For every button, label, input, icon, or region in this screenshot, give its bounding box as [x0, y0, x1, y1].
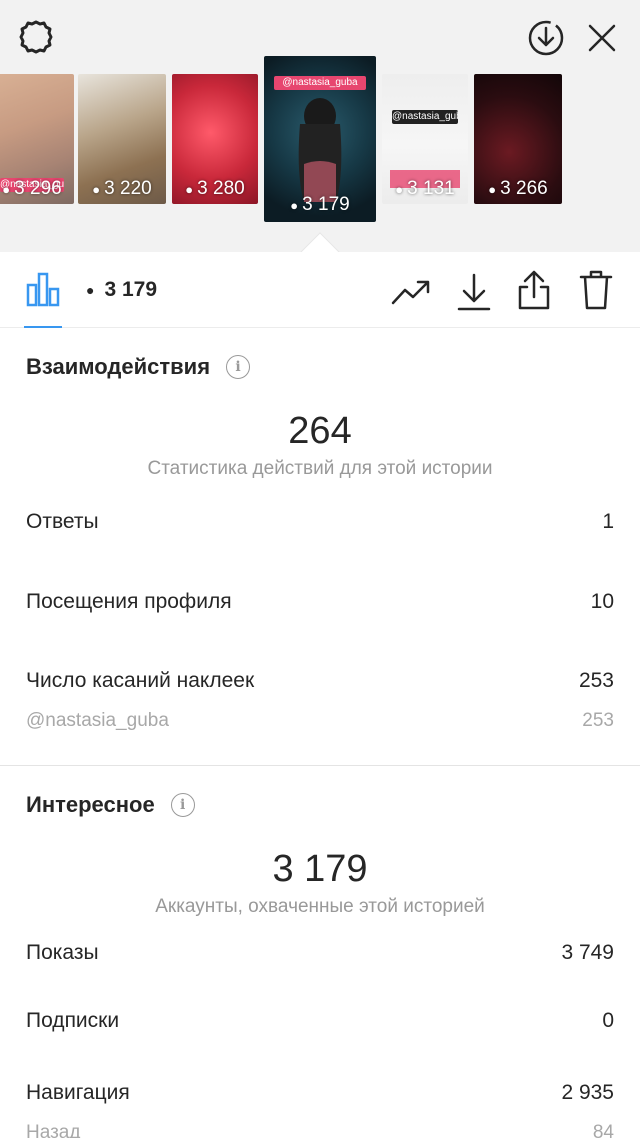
- metric-row: Число касаний наклеек 253: [26, 669, 614, 693]
- metric-label: Показы: [26, 941, 99, 964]
- viewers-count[interactable]: ● 3 179: [86, 278, 157, 302]
- story-view-count: ● 3 220: [78, 178, 166, 200]
- delete-trash-icon[interactable]: [574, 266, 618, 314]
- viewers-count-text: 3 179: [104, 278, 158, 301]
- metric-subrow: @nastasia_guba 253: [26, 710, 614, 732]
- active-tab-indicator: [24, 326, 62, 328]
- eye-icon: ●: [185, 181, 194, 197]
- metric-row: Навигация 2 935: [26, 1081, 614, 1105]
- story-thumbnail[interactable]: ● 3 220: [78, 74, 166, 204]
- metric-label: Навигация: [26, 1081, 130, 1104]
- metric-value: 253: [582, 710, 614, 731]
- story-views-text: 3 266: [500, 178, 548, 199]
- story-view-count: ● 3 280: [172, 178, 258, 200]
- mention-sticker: @nastasia_guba: [392, 110, 458, 124]
- metric-row: Подписки 0: [26, 1009, 614, 1033]
- eye-icon: ●: [86, 282, 95, 298]
- story-views-text: 3 220: [104, 178, 152, 199]
- eye-icon: ●: [2, 181, 11, 197]
- story-thumbnail[interactable]: @nastasia_guba ●3 131: [382, 74, 468, 204]
- metric-value: 1: [602, 510, 614, 533]
- mention-sticker: @nastasia_guba: [274, 76, 366, 90]
- section-divider: [0, 765, 640, 766]
- metric-value: 10: [590, 590, 614, 613]
- story-view-count: ● 3 266: [474, 178, 562, 200]
- interactions-total: 264: [288, 410, 352, 452]
- story-thumbnail[interactable]: ● 3 280: [172, 74, 258, 204]
- share-icon[interactable]: [512, 266, 556, 314]
- story-figure: [298, 98, 342, 202]
- info-icon[interactable]: i: [226, 355, 251, 379]
- metric-subrow: Назад 84: [26, 1122, 614, 1138]
- metric-label: Назад: [26, 1122, 81, 1138]
- promote-trend-icon[interactable]: [388, 272, 434, 312]
- metric-row: Ответы 1: [26, 510, 614, 534]
- story-views-text: 3 131: [407, 178, 455, 199]
- metric-value: 3 749: [561, 941, 614, 964]
- metric-label: @nastasia_guba: [26, 710, 169, 731]
- settings-gear-icon[interactable]: [14, 16, 58, 60]
- metric-value: 84: [592, 1122, 614, 1138]
- eye-icon: ●: [290, 197, 299, 213]
- story-view-count: ● 3 296: [0, 178, 74, 200]
- story-carousel-area: @nastasia_guba ●3 296 ●3 220 ●3 280 @nas…: [0, 0, 640, 252]
- download-icon[interactable]: [452, 270, 496, 314]
- story-thumbnail[interactable]: ● 3 266: [474, 74, 562, 204]
- metric-label: Число касаний наклеек: [26, 669, 255, 692]
- metric-label: Посещения профиля: [26, 590, 232, 613]
- metric-label: Ответы: [26, 510, 99, 533]
- metric-label: Подписки: [26, 1009, 120, 1032]
- metric-row: Показы 3 749: [26, 941, 614, 965]
- story-views-text: 3 179: [302, 194, 350, 215]
- close-icon[interactable]: [580, 16, 624, 60]
- metric-value: 253: [578, 669, 614, 692]
- info-icon[interactable]: i: [170, 793, 195, 817]
- metric-row: Посещения профиля 10: [26, 590, 614, 614]
- bar-chart-icon[interactable]: [22, 268, 64, 310]
- story-thumbnails: @nastasia_guba ●3 296 ●3 220 ●3 280 @nas…: [0, 56, 640, 226]
- story-thumbnail[interactable]: @nastasia_guba ●3 296: [0, 74, 74, 204]
- eye-icon: ●: [488, 181, 497, 197]
- interactions-header: Взаимодействия i: [26, 354, 251, 380]
- eye-icon: ●: [395, 181, 404, 197]
- story-view-count: ● 3 131: [382, 178, 468, 200]
- section-title: Интересное: [26, 792, 155, 817]
- insights-toolbar: ● 3 179: [0, 252, 640, 328]
- metric-value: 2 935: [561, 1081, 614, 1104]
- discovery-total: 3 179: [272, 848, 368, 890]
- discovery-header: Интересное i: [26, 792, 195, 818]
- save-story-icon[interactable]: [524, 16, 568, 60]
- interactions-subtitle: Статистика действий для этой истории: [147, 458, 493, 479]
- story-thumbnail-selected[interactable]: @nastasia_guba ● 3 179: [264, 56, 376, 222]
- story-views-text: 3 296: [14, 178, 62, 199]
- metric-value: 0: [602, 1009, 614, 1032]
- story-view-count: ● 3 179: [264, 194, 376, 216]
- eye-icon: ●: [92, 181, 101, 197]
- section-title: Взаимодействия: [26, 354, 211, 379]
- story-views-text: 3 280: [197, 178, 245, 199]
- discovery-subtitle: Аккаунты, охваченные этой историей: [155, 896, 485, 917]
